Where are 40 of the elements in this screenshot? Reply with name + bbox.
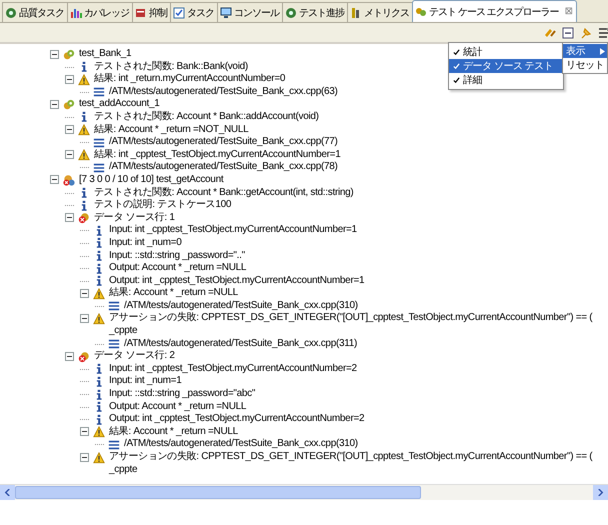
tree-item[interactable]: test_addAccount_1 [79,98,162,111]
tree-item[interactable]: /ATM/tests/autogenerated/TestSuite_Bank_cxx.cpp(77) [109,136,340,149]
tree-item[interactable]: /ATM/tests/autogenerated/TestSuite_Bank_cxx.cpp(63) [109,86,340,98]
menu-item[interactable]: 詳細 [449,73,563,87]
tree-item[interactable]: 結果: Account * _return =NOT_NULL [94,124,250,136]
menu-item[interactable]: 統計 [449,45,563,59]
tree-item[interactable]: /ATM/tests/autogenerated/TestSuite_Bank_cxx.cpp(78) [109,161,340,174]
tree-item[interactable]: test_Bank_1 [79,48,134,61]
tree-item[interactable]: Output: int _cpptest_TestObject.myCurrentAccountNumber=2 [109,413,366,426]
tree-item[interactable]: Input: int _cpptest_TestObject.myCurrentAccountNumber=1 [109,224,359,237]
tree-item[interactable]: Output: Account * _return =NULL [109,262,248,275]
view-tab[interactable]: テスト ケース エクスプローラー ⊠ [412,0,577,22]
tree-item[interactable]: 結果: Account * _return =NULL [109,426,240,438]
tree-item[interactable]: テストの説明: テストケース100 [94,199,234,212]
tree-item[interactable]: テストされた関数: Bank::Bank(void) [94,60,250,74]
tree-item[interactable]: 結果: int _return.myCurrentAccountNumber=0 [94,73,288,86]
menu-item[interactable]: データ ソース テスト [449,59,563,73]
view-tab[interactable]: 品質タスク [2,2,68,22]
tree-item[interactable]: 結果: int _cpptest_TestObject.myCurrentAccountNumber=1 [94,148,342,162]
tree-item[interactable]: 結果: Account * _return =NULL [109,287,240,300]
tree-item[interactable]: アサーションの失敗: CPPTEST_DS_GET_INTEGER("[OUT]_cpptest_TestObject.myCurrentAccountNumber") == ( _cppte [109,312,608,338]
tree-item[interactable]: Output: Account * _return =NULL [109,400,248,414]
tree-item[interactable]: データ ソース行: 2 [94,350,177,363]
tree-item[interactable]: /ATM/tests/autogenerated/TestSuite_Bank_cxx.cpp(310) [124,438,360,451]
tree-item[interactable]: データ ソース行: 1 [94,212,177,224]
menu-item[interactable]: リセット [563,58,607,72]
close-tab-button[interactable]: ⊠ [564,6,573,17]
tree-item[interactable]: アサーションの失敗: CPPTEST_DS_GET_INTEGER("[OUT]_cpptest_TestObject.myCurrentAccountNumber") == ( _cppte [109,451,608,476]
tree-item[interactable]: テストされた関数: Account * Bank::addAccount(void) [94,110,321,124]
tree-item[interactable]: Input: int _num=0 [109,236,184,250]
tree-item[interactable]: [7 3 0 0 / 10 of 10] test_getAccount [79,174,226,187]
menu-item[interactable]: 表示 [563,44,607,58]
tree-item[interactable]: Input: int _cpptest_TestObject.myCurrentAccountNumber=2 [109,362,359,376]
tree-item[interactable]: Input: ::std::string _password=".." [109,250,247,262]
tree-item[interactable]: Input: int _num=1 [109,375,184,388]
tree-item[interactable]: /ATM/tests/autogenerated/TestSuite_Bank_cxx.cpp(310) [124,300,360,312]
tree-item[interactable]: /ATM/tests/autogenerated/TestSuite_Bank_cxx.cpp(311) [124,338,360,350]
tree-item[interactable]: テストされた関数: Account * Bank::getAccount(int, std::string) [94,186,356,200]
tree-item[interactable]: Output: int _cpptest_TestObject.myCurrentAccountNumber=1 [109,274,366,288]
tree-item[interactable]: Input: ::std::string _password="abc" [109,388,258,401]
